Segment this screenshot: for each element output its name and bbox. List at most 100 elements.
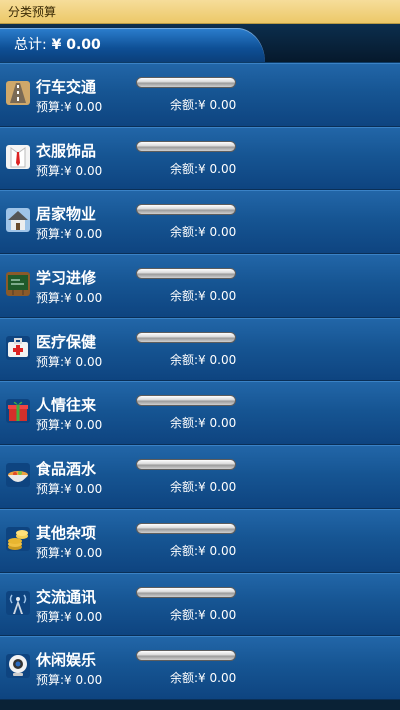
budget-value: ¥ 0.00 (64, 227, 103, 242)
budget-text: 预算:¥ 0.00 (36, 416, 102, 433)
budget-progress-bar (136, 140, 236, 152)
remaining-label: 余额: (170, 98, 199, 112)
house-icon (6, 208, 30, 233)
category-row[interactable]: 学习进修 预算:¥ 0.00 余额:¥ 0.00 (0, 254, 400, 318)
budget-progress-bar (136, 650, 236, 662)
budget-value: ¥ 0.00 (64, 100, 103, 114)
remaining-label: 余额: (170, 543, 199, 558)
budget-value: ¥ 0.00 (64, 673, 103, 688)
category-name: 其他杂项 (36, 523, 97, 542)
category-row[interactable]: 休闲娱乐 预算:¥ 0.00 余额:¥ 0.00 (0, 636, 400, 700)
budget-progress-bar (136, 586, 236, 598)
budget-text: 预算:¥ 0.00 (36, 608, 102, 625)
food-bowl-icon (6, 463, 30, 488)
app-title-bar: 分类预算 (0, 0, 400, 24)
budget-progress-bar (136, 459, 236, 471)
budget-label: 预算: (36, 100, 65, 114)
budget-label: 预算: (36, 227, 65, 242)
remaining-value: ¥ 0.00 (198, 480, 237, 495)
category-row[interactable]: 行车交通 预算:¥ 0.00 余额:¥ 0.00 (0, 63, 400, 127)
remaining-value: ¥ 0.00 (198, 289, 237, 304)
budget-progress-bar (136, 395, 236, 407)
budget-progress-bar (136, 522, 236, 534)
category-name: 居家物业 (36, 205, 97, 224)
remaining-text: 余额:¥ 0.00 (170, 223, 236, 240)
summary-total: 总计: ¥ 0.00 (14, 34, 101, 54)
budget-progress-bar (136, 331, 236, 343)
remaining-label: 余额: (170, 671, 199, 686)
category-name: 医疗保健 (36, 332, 97, 351)
remaining-label: 余额: (170, 289, 199, 304)
remaining-text: 余额:¥ 0.00 (170, 606, 236, 623)
remaining-label: 余额: (170, 480, 199, 495)
budget-text: 预算:¥ 0.00 (36, 353, 102, 370)
budget-label: 预算: (36, 163, 65, 178)
remaining-text: 余额:¥ 0.00 (170, 351, 236, 368)
category-name: 行车交通 (36, 78, 97, 96)
budget-label: 预算: (36, 354, 65, 369)
remaining-text: 余额:¥ 0.00 (170, 96, 236, 113)
category-row[interactable]: 衣服饰品 预算:¥ 0.00 余额:¥ 0.00 (0, 126, 400, 191)
app-title: 分类预算 (8, 5, 57, 19)
remaining-text: 余额:¥ 0.00 (170, 669, 236, 686)
budget-value: ¥ 0.00 (64, 609, 103, 624)
category-row[interactable]: 食品酒水 预算:¥ 0.00 余额:¥ 0.00 (0, 445, 400, 509)
category-row[interactable]: 其他杂项 预算:¥ 0.00 余额:¥ 0.00 (0, 508, 400, 573)
budget-label: 预算: (36, 673, 65, 688)
first-aid-kit-icon (6, 335, 30, 360)
remaining-label: 余额: (170, 607, 199, 622)
budget-label: 预算: (36, 609, 65, 624)
category-list: 行车交通 预算:¥ 0.00 余额:¥ 0.00 衣服饰品 预算:¥ 0.00 余额:¥ … (0, 63, 400, 700)
category-name: 休闲娱乐 (36, 651, 97, 670)
shirt-tie-icon (6, 144, 30, 169)
budget-text: 预算:¥ 0.00 (36, 289, 102, 306)
budget-label: 预算: (36, 545, 65, 560)
remaining-label: 余额: (170, 225, 199, 240)
category-row[interactable]: 交流通讯 预算:¥ 0.00 余额:¥ 0.00 (0, 572, 400, 637)
total-label: 总计: (14, 37, 47, 53)
remaining-value: ¥ 0.00 (198, 98, 237, 112)
budget-label: 预算: (36, 291, 65, 306)
webcam-icon (6, 654, 30, 679)
budget-value: ¥ 0.00 (64, 545, 103, 560)
budget-progress-bar (136, 204, 236, 216)
summary-bar: 总计: ¥ 0.00 (0, 24, 400, 63)
budget-progress-bar (136, 77, 236, 88)
remaining-label: 余额: (170, 416, 199, 431)
budget-label: 预算: (36, 482, 65, 497)
signal-tower-icon (6, 590, 30, 615)
category-row[interactable]: 医疗保健 预算:¥ 0.00 余额:¥ 0.00 (0, 317, 400, 382)
remaining-text: 余额:¥ 0.00 (170, 478, 236, 495)
category-name: 交流通讯 (36, 587, 97, 606)
remaining-text: 余额:¥ 0.00 (170, 287, 236, 304)
budget-text: 预算:¥ 0.00 (36, 544, 102, 561)
category-name: 食品酒水 (36, 460, 97, 479)
remaining-label: 余额: (170, 352, 199, 367)
remaining-value: ¥ 0.00 (198, 543, 237, 558)
budget-value: ¥ 0.00 (64, 291, 103, 306)
budget-text: 预算:¥ 0.00 (36, 480, 102, 497)
remaining-text: 余额:¥ 0.00 (170, 160, 236, 177)
category-name: 学习进修 (36, 269, 97, 288)
budget-text: 预算:¥ 0.00 (36, 225, 102, 242)
chalkboard-icon (6, 272, 30, 297)
budget-text: 预算:¥ 0.00 (36, 162, 102, 179)
gift-icon (6, 399, 30, 424)
remaining-value: ¥ 0.00 (198, 352, 237, 367)
budget-label: 预算: (36, 418, 65, 433)
road-icon (6, 81, 30, 105)
budget-value: ¥ 0.00 (64, 482, 103, 497)
remaining-label: 余额: (170, 161, 199, 176)
remaining-value: ¥ 0.00 (198, 607, 237, 622)
budget-progress-bar (136, 268, 236, 280)
remaining-text: 余额:¥ 0.00 (170, 542, 236, 559)
budget-value: ¥ 0.00 (64, 418, 103, 433)
category-name: 人情往来 (36, 396, 97, 415)
remaining-value: ¥ 0.00 (198, 161, 237, 176)
budget-value: ¥ 0.00 (64, 354, 103, 369)
category-row[interactable]: 人情往来 预算:¥ 0.00 余额: ¥ 0.00 (0, 381, 400, 446)
category-row[interactable]: 居家物业 预算:¥ 0.00 余额:¥ 0.00 (0, 190, 400, 255)
budget-text: 预算:¥ 0.00 (36, 671, 102, 688)
category-name: 衣服饰品 (36, 141, 97, 160)
total-value: ¥ 0.00 (51, 37, 101, 53)
